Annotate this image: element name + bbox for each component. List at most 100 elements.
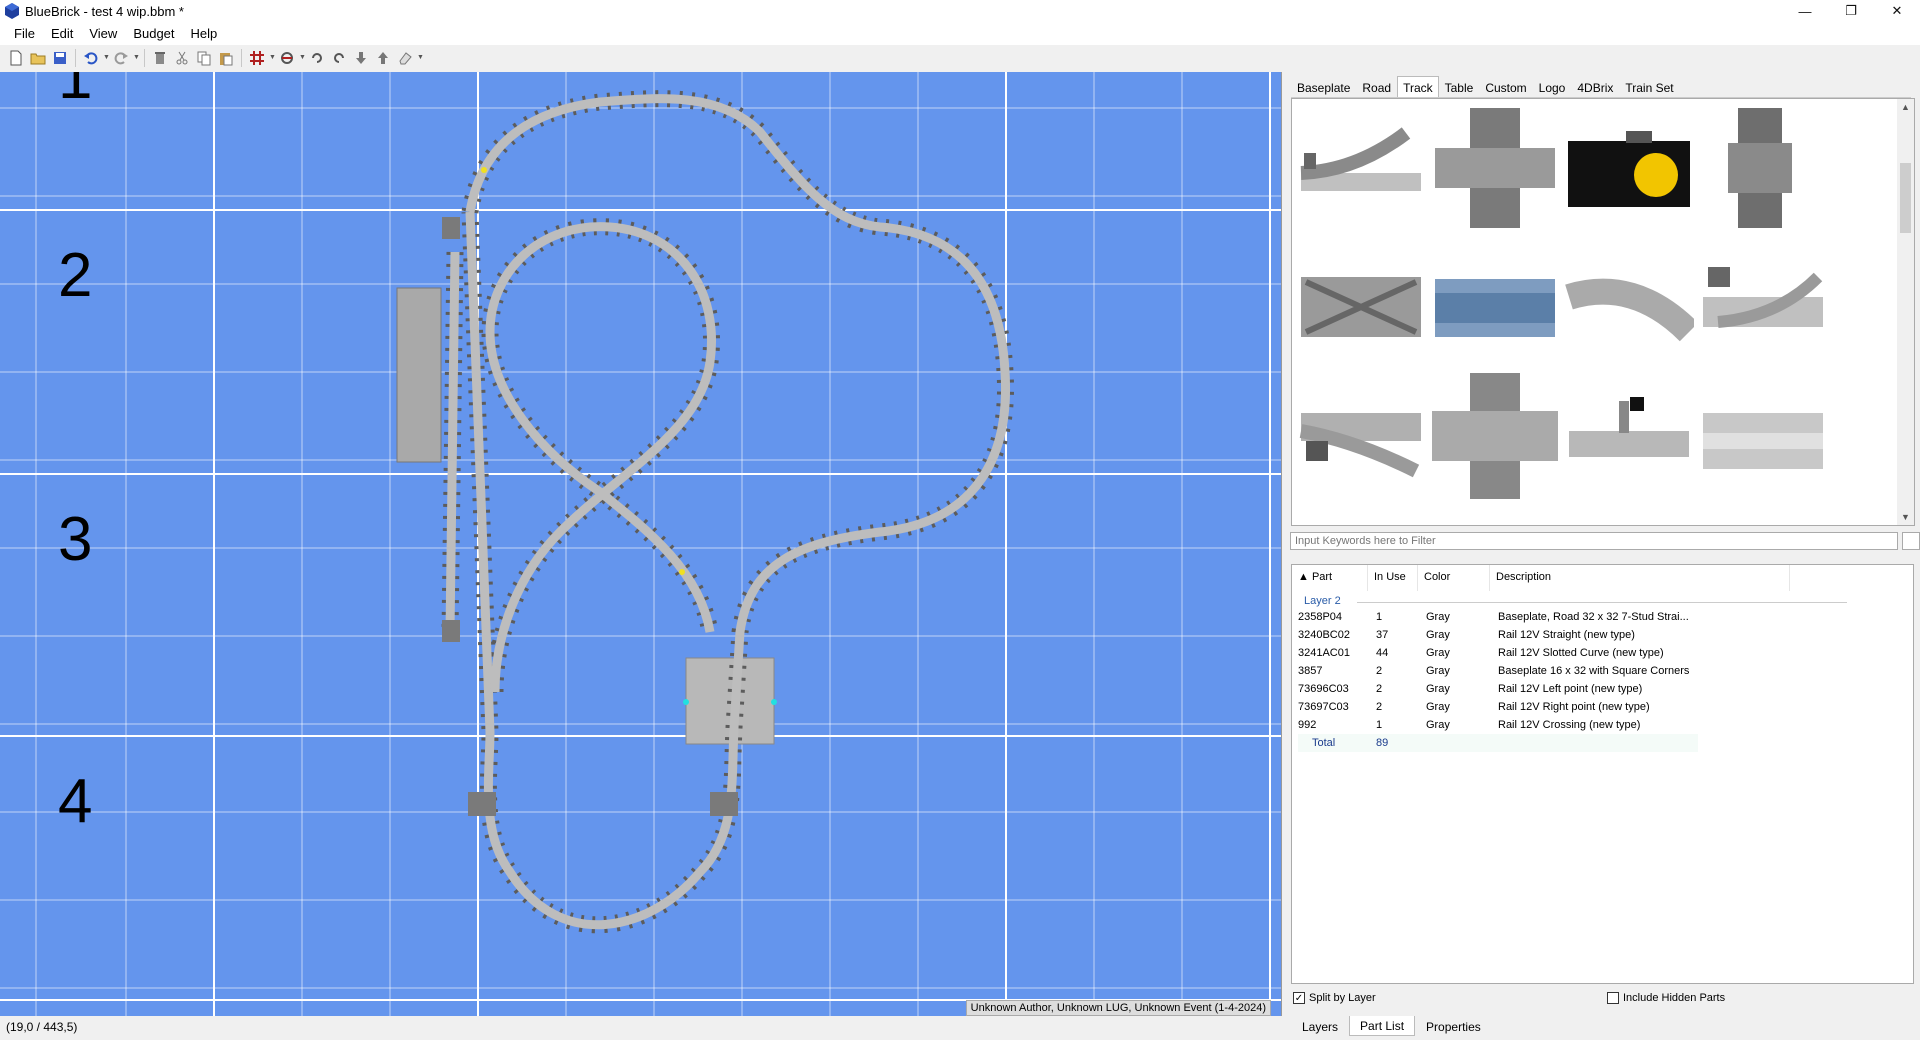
tab-train-set[interactable]: Train Set <box>1619 76 1679 97</box>
new-file-icon[interactable] <box>6 48 26 68</box>
total-value: 89 <box>1376 737 1389 749</box>
tab-track[interactable]: Track <box>1397 76 1439 97</box>
part-id: 3241AC01 <box>1298 647 1350 659</box>
snap-grid-dropdown-icon[interactable]: ▼ <box>269 54 276 61</box>
snap-rotation-dropdown-icon[interactable]: ▼ <box>299 54 306 61</box>
toolbar-separator <box>75 48 76 67</box>
copy-icon[interactable] <box>194 48 214 68</box>
column-in-use[interactable]: In Use <box>1368 565 1418 591</box>
menu-help[interactable]: Help <box>183 26 226 41</box>
tab-part-list[interactable]: Part List <box>1349 1016 1416 1036</box>
eraser-dropdown-icon[interactable]: ▼ <box>417 54 424 61</box>
undo-icon[interactable] <box>81 48 101 68</box>
part-id: 3240BC02 <box>1298 629 1350 641</box>
undo-dropdown-icon[interactable]: ▼ <box>103 54 110 61</box>
table-row[interactable]: 73696C03 2 Gray Rail 12V Left point (new… <box>1298 680 1798 698</box>
checkbox-checked-icon[interactable]: ✓ <box>1293 992 1305 1004</box>
column-part[interactable]: ▲ Part <box>1292 565 1368 591</box>
part-id: 73696C03 <box>1298 683 1349 695</box>
part-thumb-three-way-switch[interactable] <box>1698 237 1828 367</box>
scroll-up-icon[interactable]: ▲ <box>1901 102 1910 112</box>
redo-icon[interactable] <box>111 48 131 68</box>
part-color: Gray <box>1426 629 1450 641</box>
table-row[interactable]: 3240BC02 37 Gray Rail 12V Straight (new … <box>1298 626 1798 644</box>
row-label-2: 2 <box>58 241 93 310</box>
tab-properties[interactable]: Properties <box>1415 1016 1492 1036</box>
tab-4dbrix[interactable]: 4DBrix <box>1571 76 1619 97</box>
bluebrick-app-icon <box>5 3 19 19</box>
send-to-back-icon[interactable] <box>351 48 371 68</box>
part-thumb-curve[interactable] <box>1564 237 1694 367</box>
part-thumb-right-point[interactable] <box>1296 371 1426 501</box>
snap-rotation-icon[interactable] <box>277 48 297 68</box>
redo-dropdown-icon[interactable]: ▼ <box>133 54 140 61</box>
part-description: Rail 12V Crossing (new type) <box>1498 719 1641 731</box>
part-thumb-blue-track[interactable] <box>1430 237 1560 367</box>
part-id: 73697C03 <box>1298 701 1349 713</box>
map-general-info: Unknown Author, Unknown LUG, Unknown Eve… <box>965 1000 1271 1016</box>
tab-baseplate[interactable]: Baseplate <box>1291 76 1356 97</box>
total-row: Total 89 <box>1298 734 1698 752</box>
table-row[interactable]: 992 1 Gray Rail 12V Crossing (new type) <box>1298 716 1798 734</box>
save-icon[interactable] <box>50 48 70 68</box>
table-row[interactable]: 3857 2 Gray Baseplate 16 x 32 with Squar… <box>1298 662 1798 680</box>
table-row[interactable]: 3241AC01 44 Gray Rail 12V Slotted Curve … <box>1298 644 1798 662</box>
minimize-button[interactable]: — <box>1782 0 1828 22</box>
snap-grid-icon[interactable] <box>247 48 267 68</box>
part-thumb-crossing-square[interactable] <box>1430 371 1560 501</box>
part-description: Rail 12V Slotted Curve (new type) <box>1498 647 1664 659</box>
part-library-scrollbar[interactable]: ▲ ▼ <box>1897 99 1914 525</box>
toolbar: ▼ ▼ ▼ ▼ ▼ <box>0 45 1920 70</box>
paste-icon[interactable] <box>216 48 236 68</box>
status-bar: (19,0 / 443,5) <box>0 1016 1282 1040</box>
eraser-icon[interactable] <box>395 48 415 68</box>
part-thumb-crossing-cross[interactable] <box>1430 103 1560 233</box>
part-in-use: 2 <box>1376 665 1383 677</box>
tab-custom[interactable]: Custom <box>1479 76 1532 97</box>
open-folder-icon[interactable] <box>28 48 48 68</box>
table-row[interactable]: 73697C03 2 Gray Rail 12V Right point (ne… <box>1298 698 1798 716</box>
part-thumb-signal-track[interactable] <box>1564 371 1694 501</box>
part-in-use: 2 <box>1376 701 1383 713</box>
rotate-right-icon[interactable] <box>329 48 349 68</box>
delete-icon[interactable] <box>150 48 170 68</box>
close-button[interactable]: ✕ <box>1874 0 1920 22</box>
part-thumb-train-base[interactable] <box>1564 103 1694 233</box>
part-thumb-double-crossover[interactable] <box>1296 237 1426 367</box>
scroll-down-icon[interactable]: ▼ <box>1901 512 1910 522</box>
part-thumb-left-point[interactable] <box>1296 103 1426 233</box>
menu-file[interactable]: File <box>6 26 43 41</box>
map-canvas[interactable]: 1 2 3 4 Unknown Author, Unknown LUG, Unk… <box>0 72 1282 1016</box>
part-color: Gray <box>1426 647 1450 659</box>
menu-view[interactable]: View <box>81 26 125 41</box>
checkbox-unchecked-icon[interactable] <box>1607 992 1619 1004</box>
split-by-layer-label: Split by Layer <box>1309 992 1376 1004</box>
column-description[interactable]: Description <box>1490 565 1790 591</box>
cut-icon[interactable] <box>172 48 192 68</box>
tab-road[interactable]: Road <box>1356 76 1397 97</box>
tab-logo[interactable]: Logo <box>1533 76 1572 97</box>
part-thumb-vertical-track[interactable] <box>1698 103 1828 233</box>
include-hidden-parts-label: Include Hidden Parts <box>1623 992 1726 1004</box>
menu-budget[interactable]: Budget <box>125 26 182 41</box>
bring-to-front-icon[interactable] <box>373 48 393 68</box>
row-label-1: 1 <box>58 72 93 112</box>
column-color[interactable]: Color <box>1418 565 1490 591</box>
panel-tabs: Layers Part List Properties <box>1291 1016 1492 1036</box>
toolbar-separator <box>144 48 145 67</box>
rotate-left-icon[interactable] <box>307 48 327 68</box>
filter-options-icon[interactable] <box>1902 532 1920 550</box>
tab-table[interactable]: Table <box>1439 76 1480 97</box>
part-in-use: 1 <box>1376 719 1383 731</box>
menu-edit[interactable]: Edit <box>43 26 81 41</box>
part-description: Baseplate 16 x 32 with Square Corners <box>1498 665 1690 677</box>
part-filter-input[interactable]: Input Keywords here to Filter <box>1290 532 1898 550</box>
tab-layers[interactable]: Layers <box>1291 1016 1349 1036</box>
split-by-layer-checkbox[interactable]: ✓ Split by Layer <box>1293 992 1376 1004</box>
maximize-button[interactable]: ❐ <box>1828 0 1874 22</box>
part-thumb-straight-track[interactable] <box>1698 371 1828 501</box>
part-color: Gray <box>1426 719 1450 731</box>
scrollbar-thumb[interactable] <box>1900 163 1911 233</box>
table-row[interactable]: 2358P04 1 Gray Baseplate, Road 32 x 32 7… <box>1298 608 1798 626</box>
include-hidden-parts-checkbox[interactable]: Include Hidden Parts <box>1607 992 1725 1004</box>
